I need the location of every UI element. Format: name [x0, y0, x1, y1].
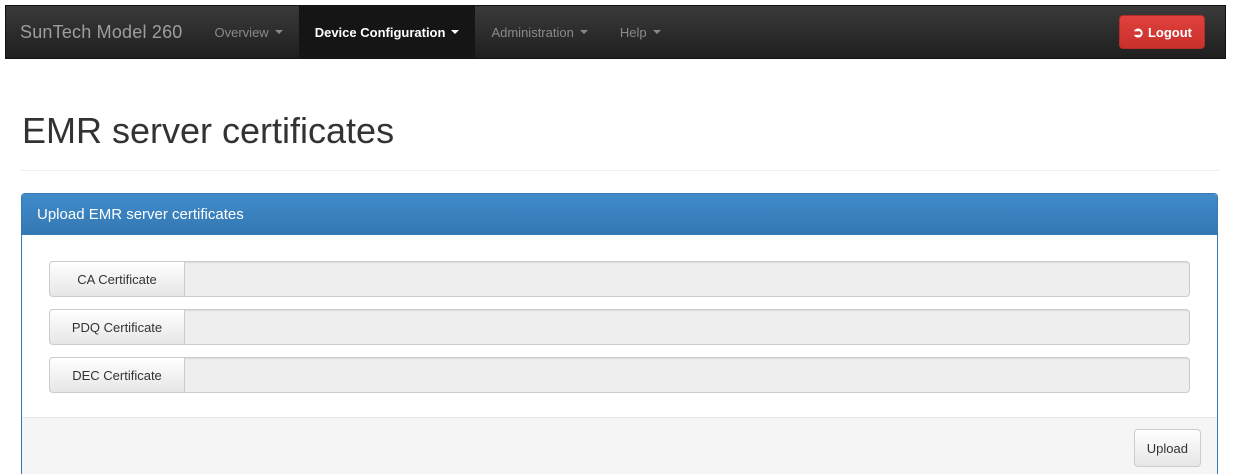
- caret-down-icon: [579, 30, 588, 34]
- caret-down-icon: [451, 30, 460, 34]
- top-navbar: SunTech Model 260 Overview Device Config…: [5, 5, 1226, 59]
- nav-item-label: Device Configuration: [314, 24, 446, 40]
- nav-item-device-configuration[interactable]: Device Configuration: [298, 6, 476, 58]
- nav-item-label: Help: [619, 24, 647, 40]
- caret-down-icon: [274, 30, 283, 34]
- pdq-certificate-button[interactable]: PDQ Certificate: [49, 309, 185, 345]
- nav-item-label: Overview: [214, 24, 269, 40]
- pdq-certificate-group: PDQ Certificate: [49, 309, 1190, 345]
- panel-heading: Upload EMR server certificates: [22, 194, 1217, 235]
- nav-item-administration[interactable]: Administration: [475, 6, 603, 58]
- nav-item-overview[interactable]: Overview: [199, 6, 299, 58]
- dec-certificate-field[interactable]: [185, 357, 1190, 393]
- dec-certificate-group: DEC Certificate: [49, 357, 1190, 393]
- navbar-spacer: [677, 6, 1120, 58]
- brand-title[interactable]: SunTech Model 260: [6, 6, 199, 58]
- ca-certificate-group: CA Certificate: [49, 261, 1190, 297]
- logout-icon: ➲: [1132, 24, 1144, 40]
- pdq-certificate-field[interactable]: [185, 309, 1190, 345]
- dec-certificate-button[interactable]: DEC Certificate: [49, 357, 185, 393]
- logout-button[interactable]: ➲ Logout: [1119, 15, 1205, 49]
- caret-down-icon: [652, 30, 661, 34]
- header-divider: [20, 170, 1220, 171]
- nav-item-label: Administration: [491, 24, 574, 40]
- ca-certificate-button[interactable]: CA Certificate: [49, 261, 185, 297]
- ca-certificate-field[interactable]: [185, 261, 1190, 297]
- nav-item-help[interactable]: Help: [604, 6, 677, 58]
- panel-footer: Upload: [22, 417, 1217, 474]
- page-title: EMR server certificates: [22, 110, 395, 151]
- panel-body: CA Certificate PDQ Certificate DEC Certi…: [22, 235, 1217, 417]
- upload-button[interactable]: Upload: [1133, 429, 1201, 467]
- upload-panel: Upload EMR server certificates CA Certif…: [21, 193, 1218, 474]
- logout-label: Logout: [1147, 24, 1192, 40]
